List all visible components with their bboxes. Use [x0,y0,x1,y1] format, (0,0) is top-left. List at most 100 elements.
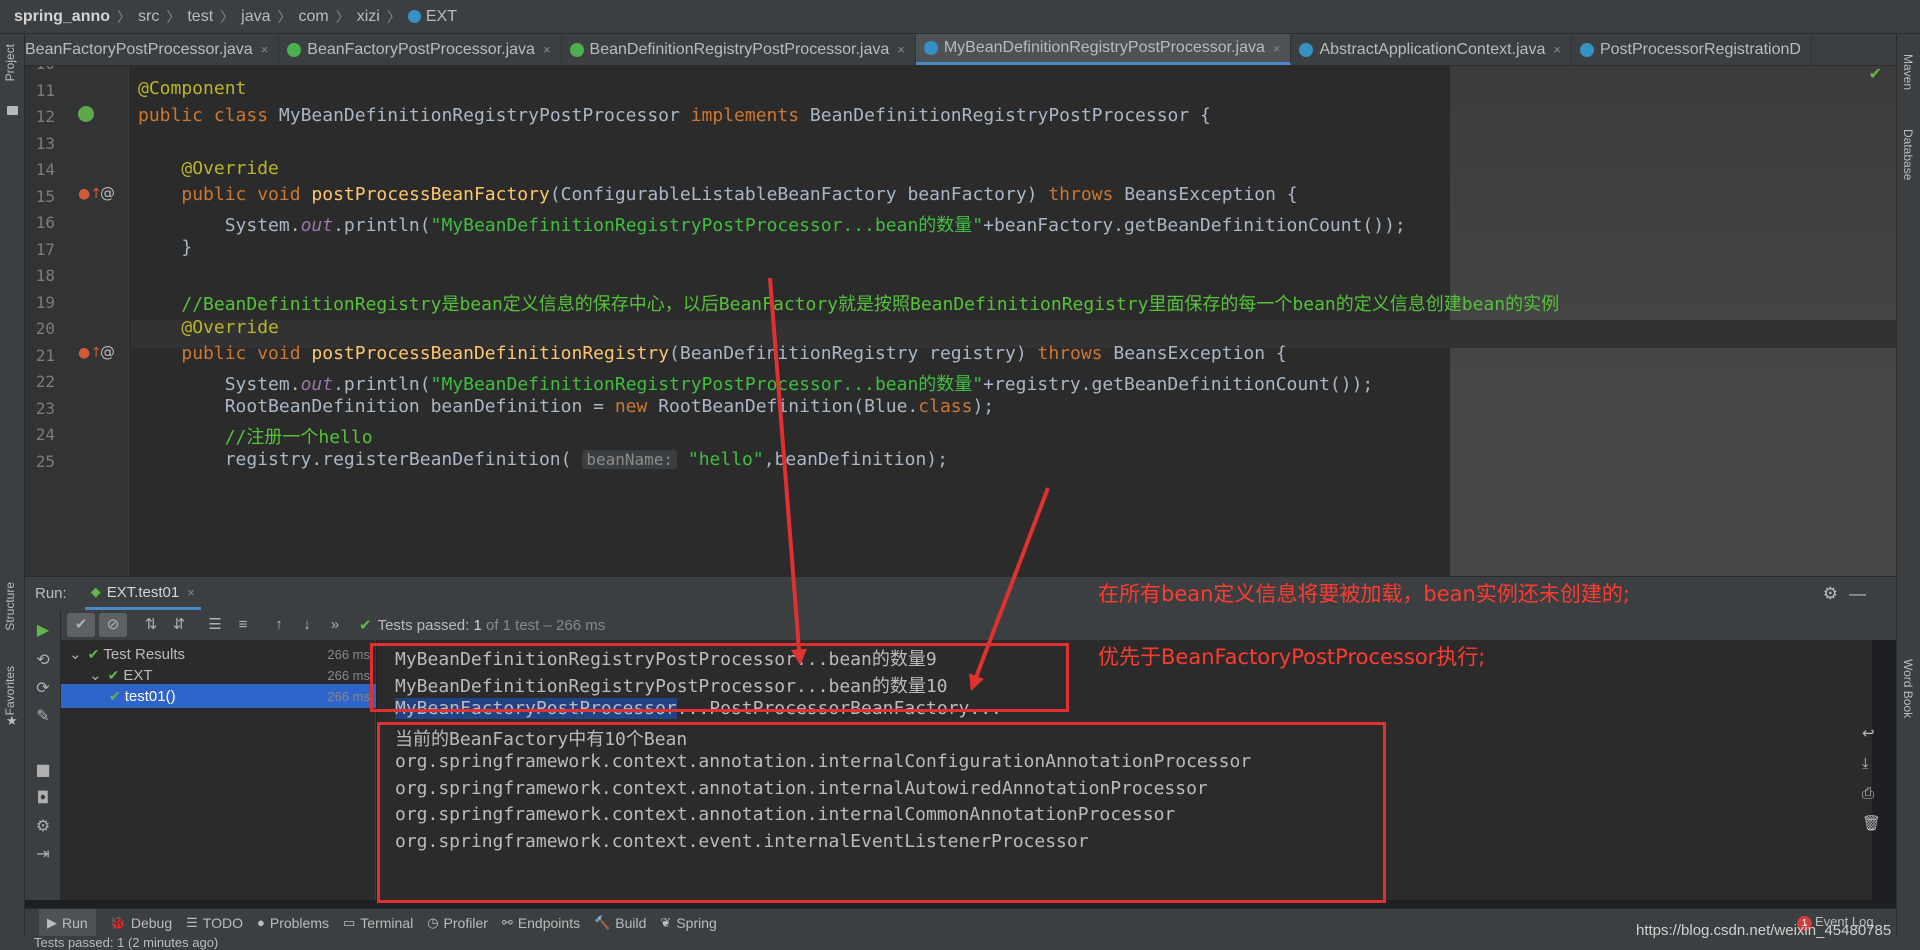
annotation-note-2: 优先于BeanFactoryPostProcessor执行; [1098,645,1486,669]
prev-failed-icon[interactable]: ↑ [265,613,293,637]
tab-5[interactable]: PostProcessorRegistrationD [1572,34,1812,65]
status-count: 1 [473,616,482,634]
close-icon[interactable]: × [1553,42,1561,57]
terminal-tool-button[interactable]: ▭ Terminal [343,915,413,931]
close-icon[interactable]: × [897,42,905,57]
spring-tool-button[interactable]: ❦ Spring [660,915,716,931]
breadcrumb-java[interactable]: java [241,8,270,26]
rerun-failed-icon[interactable]: ⟲ [33,650,53,670]
close-icon[interactable]: × [543,42,551,57]
breadcrumb-com[interactable]: com [299,8,329,26]
inspection-ok-icon: ✔ [1868,66,1882,83]
exit-icon[interactable]: ⇥ [33,844,53,864]
line-number: 11 [35,80,55,100]
gear-icon[interactable]: ⚙ [33,816,53,836]
wordbook-tool-button[interactable]: Word Book [1901,659,1915,718]
tool-button-label: Problems [269,914,329,931]
stop-icon[interactable]: ■ [33,760,53,780]
status-text: Tests passed: 1 (2 minutes ago) [34,935,219,950]
tool-button-label: Spring [676,914,717,931]
interface-icon [287,42,302,57]
breadcrumb-ext[interactable]: EXT [407,7,457,26]
camera-icon[interactable]: ◘ [33,788,53,808]
chevron-down-icon[interactable]: ⌄ [69,645,82,663]
line-number: 21 [35,345,55,365]
run-config-label: EXT.test01 [106,583,180,601]
check-icon: ✔ [359,617,372,634]
check-icon: ✔ [109,687,121,704]
tool-button-label: Run [62,914,88,931]
code-editor[interactable]: 10111213141516171819202122232425 ✔ ●↑ @ … [25,66,1896,576]
expand-all-icon[interactable]: ☰ [201,613,229,637]
breadcrumb-test[interactable]: test [187,8,213,26]
run-config-icon: ◆ [90,584,101,599]
breadcrumb-src[interactable]: src [138,8,159,26]
run-icon: ▶ [47,914,57,930]
code-line-11: @Component [138,78,247,99]
settings-icon[interactable]: ⚙ [1823,584,1838,604]
scroll-end-icon[interactable]: ⤓ [1862,754,1869,772]
build-tool-button[interactable]: 🔨 Build [594,915,646,931]
hello-string: "hello" [687,449,764,470]
annotation-box-factory-output [377,722,1386,903]
breadcrumb-ext-label: EXT [425,7,457,25]
print-icon[interactable]: ⎙ [1862,784,1874,802]
sort-alpha-icon[interactable]: ⇅ [137,613,165,637]
next-failed-icon[interactable]: ↓ [293,613,321,637]
endpoints-tool-button[interactable]: ⚯ Endpoints [502,915,580,931]
terminal-icon: ▭ [343,914,356,930]
project-tool-button[interactable]: Project [3,44,17,81]
check-icon: ✔ [87,645,100,662]
show-ignored-icon[interactable]: ⊘ [99,613,127,637]
tab-3[interactable]: MyBeanDefinitionRegistryPostProcessor.ja… [915,34,1292,65]
line-number: 19 [35,292,55,312]
rerun-icon[interactable]: ▶ [33,620,53,640]
debug-tool-button[interactable]: 🐞 Debug [110,915,172,931]
tab-4[interactable]: AbstractApplicationContext.java × [1291,34,1572,65]
endpoints-icon: ⚯ [501,914,513,930]
wrench-icon[interactable]: ✎ [33,706,53,726]
spring-bean-icon[interactable] [78,106,94,122]
trash-icon[interactable]: 🗑 [1862,814,1881,832]
close-icon[interactable]: × [187,585,195,600]
wrap-icon[interactable]: ↩ [1862,724,1875,742]
close-icon[interactable]: × [261,42,269,57]
more-icon[interactable]: » [321,613,349,637]
problems-tool-button[interactable]: ● Problems [257,915,329,931]
database-tool-button[interactable]: Database [1901,129,1915,180]
override-icon[interactable]: ●↑ [78,345,102,361]
build-icon: 🔨 [594,914,611,930]
class-icon [1579,42,1594,57]
chevron-down-icon[interactable]: ⌄ [89,666,102,684]
class-icon [923,41,938,55]
maven-tool-button[interactable]: Maven [1901,54,1915,90]
override-icon[interactable]: ●↑ [78,186,102,202]
favorites-tool-button[interactable]: Favorites [3,666,17,715]
tab-2[interactable]: BeanDefinitionRegistryPostProcessor.java… [562,34,916,65]
breadcrumb-xizi[interactable]: xizi [357,8,380,26]
run-config-tab[interactable]: ◆ EXT.test01 × [84,577,201,610]
toggle-autotest-icon[interactable]: ⟳ [33,678,53,698]
code-line-22: System.out.println("MyBeanDefinitionRegi… [138,374,1374,395]
todo-tool-button[interactable]: ☰ TODO [186,915,243,931]
line-number: 24 [35,425,55,444]
sort-duration-icon[interactable]: ⇵ [165,613,193,637]
collapse-all-icon[interactable]: ≡ [229,613,257,637]
close-icon[interactable]: × [1273,41,1281,56]
code-line-25: registry.registerBeanDefinition( beanNam… [138,449,948,470]
tab-0[interactable]: BeanFactoryPostProcessor.java × [25,34,280,65]
right-tool-stripe: Maven Database Word Book [1896,34,1920,950]
run-tool-button[interactable]: ▶ Run [39,909,96,936]
breadcrumb-project[interactable]: spring_anno [14,8,110,26]
tab-1[interactable]: BeanFactoryPostProcessor.java × [279,34,562,65]
minimize-icon[interactable]: — [1849,584,1866,604]
code-line-16: System.out.println("MyBeanDefinitionRegi… [138,215,1406,236]
code-line-14: @Override [181,158,279,179]
debug-icon: 🐞 [109,914,126,930]
structure-tool-button[interactable]: Structure [3,582,17,631]
profiler-tool-button[interactable]: ◷ Profiler [427,915,488,931]
tree-row[interactable]: ✔ test01() 266 ms [61,684,376,708]
show-passed-icon[interactable]: ✔ [67,613,95,637]
annotation-note-1: 在所有bean定义信息将要被加载，bean实例还未创建的; [1098,582,1630,606]
left-tool-stripe: Project Structure Favorites ★ [0,34,25,950]
